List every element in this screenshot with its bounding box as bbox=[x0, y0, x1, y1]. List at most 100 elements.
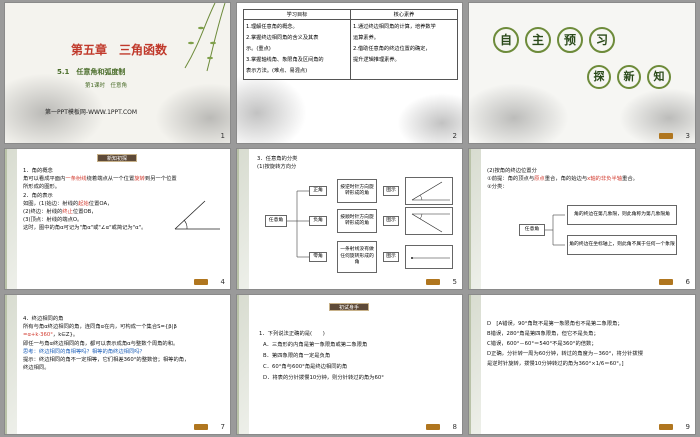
slide-title: 第五章 三角函数 bbox=[71, 43, 168, 57]
slide-number: 2 bbox=[452, 132, 457, 140]
text-line: (2)按角的终边位置分 bbox=[487, 168, 537, 174]
text-line: 1．角的概念 bbox=[23, 168, 53, 174]
option-d: D．将表的分针拨慢10分钟，则分针转过的角为60° bbox=[263, 375, 384, 382]
nav-button[interactable] bbox=[194, 424, 208, 430]
table-header: 学习目标 bbox=[243, 9, 351, 20]
angle-diagram bbox=[174, 200, 220, 230]
nav-button[interactable] bbox=[659, 133, 673, 139]
slide-number: 6 bbox=[685, 278, 690, 286]
subheading-row: 探 新 知 bbox=[587, 65, 671, 89]
slide-thumbnail-8[interactable]: 初试身手 1．下列说法正确的是( ) A．三角形的内角是第一象限角或第二象限角 … bbox=[236, 294, 463, 435]
tree-connectors bbox=[545, 214, 565, 246]
slide-number: 4 bbox=[220, 278, 225, 286]
text-line: ②分类： bbox=[487, 184, 508, 191]
figure-label: 图示 bbox=[383, 252, 399, 262]
goal-line: 示。(重点) bbox=[246, 45, 271, 52]
slide-number: 9 bbox=[685, 423, 690, 431]
option-c: C．60°角与600°角是终边相同的角 bbox=[263, 364, 348, 371]
question-text: 1．下列说法正确的是( ) bbox=[259, 331, 325, 337]
landscape-side-image bbox=[469, 149, 481, 289]
slide-body: (2)按角的终边位置分 ①前提：角的顶点与原点重合，角的始边与x轴的非负半轴重合… bbox=[487, 167, 693, 192]
heading-char: 主 bbox=[525, 27, 551, 53]
table-cell: 1.通过终边相同角的计算，培养数学 运算素养。 2.借助任意角的终边位置的确定，… bbox=[350, 19, 458, 80]
nav-button[interactable] bbox=[426, 279, 440, 285]
slide-thumbnail-9[interactable]: D [A错误，90°角既不是第一象限角也不是第二象限角； B错误，280°角是第… bbox=[468, 294, 696, 435]
answer-line: B错误，280°角是第四象限角，但它不是负角； bbox=[487, 331, 599, 338]
slide-number: 8 bbox=[452, 423, 457, 431]
landscape-side-image bbox=[237, 149, 249, 289]
slide-number: 1 bbox=[220, 132, 225, 140]
table-cell: 1.理解任意角的概念。 2.掌握终边相同角的含义及其表 示。(重点) 3.掌握轴… bbox=[243, 19, 351, 80]
nav-button[interactable] bbox=[659, 424, 673, 430]
core-line: 2.借助任意角的终边位置的确定， bbox=[353, 45, 431, 52]
section-badge: 初试身手 bbox=[329, 303, 369, 311]
landscape-side-image bbox=[469, 295, 481, 434]
slide-body: 1．下列说法正确的是( ) A．三角形的内角是第一象限角或第二象限角 B．第四象… bbox=[259, 329, 459, 385]
zero-angle-figure bbox=[405, 245, 453, 269]
angle-type-box: 正角 bbox=[309, 186, 327, 196]
objectives-table: 学习目标 核心素养 1.理解任意角的概念。 2.掌握终边相同角的含义及其表 示。… bbox=[243, 9, 458, 80]
core-line: 运算素养。 bbox=[353, 34, 379, 41]
slide-thumbnail-2[interactable]: 学习目标 核心素养 1.理解任意角的概念。 2.掌握终边相同角的含义及其表 示。… bbox=[236, 2, 463, 144]
slide-thumbnail-5[interactable]: 3．任意角的分类 (1)按旋转方向分 任意角 正角 负角 零角 按逆时针方向旋转… bbox=[236, 148, 463, 290]
classification-root: 任意角 bbox=[519, 224, 545, 236]
core-line: 提升逻辑推理素养。 bbox=[353, 56, 400, 63]
landscape-side-image bbox=[237, 295, 249, 434]
slide-number: 5 bbox=[452, 278, 457, 286]
angle-type-box: 零角 bbox=[309, 252, 327, 262]
negative-angle-figure bbox=[405, 207, 453, 235]
nav-button[interactable] bbox=[426, 424, 440, 430]
slide-thumbnail-6[interactable]: (2)按角的终边位置分 ①前提：角的顶点与原点重合，角的始边与x轴的非负半轴重合… bbox=[468, 148, 696, 290]
slide-thumbnail-3[interactable]: 自 主 预 习 探 新 知 3 bbox=[468, 2, 696, 144]
goal-line: 1.理解任意角的概念。 bbox=[246, 24, 298, 30]
section-title: 5.1 任意角和弧度制 bbox=[57, 68, 126, 76]
section-badge: 新知初探 bbox=[97, 154, 137, 162]
option-b: B．第四象限的角一定是负角 bbox=[263, 353, 331, 360]
angle-type-box: 负角 bbox=[309, 216, 327, 226]
text-line: 提示：终边相同的角不一定相等，它们相差360°的整数倍；相等的角， bbox=[23, 357, 190, 364]
angle-desc-box: 按顺时针方向旋转形成的角 bbox=[337, 209, 377, 233]
slide-body: 4．终边相同的角 所有与角α终边相同的角，连同角α在内，可构成一个集合S={β|… bbox=[23, 315, 229, 372]
text-line: 所形成的图形。 bbox=[23, 184, 61, 191]
text-line: ①前提：角的顶点与原点重合，角的始边与x轴的非负半轴重合。 bbox=[487, 176, 638, 183]
text-line: (1)按旋转方向分 bbox=[257, 164, 297, 171]
slide-thumbnail-7[interactable]: 4．终边相同的角 所有与角α终边相同的角，连同角α在内，可构成一个集合S={β|… bbox=[4, 294, 231, 435]
text-line: 3．任意角的分类 bbox=[257, 156, 298, 162]
subheading-char: 探 bbox=[587, 65, 611, 89]
subheading-char: 知 bbox=[647, 65, 671, 89]
core-line: 1.通过终边相同角的计算，培养数学 bbox=[353, 24, 436, 30]
text-line: 即任一与角α终边相同的角，都可以表示成角α与整数个周角的和。 bbox=[23, 340, 179, 347]
answer-line: D正确，分针转一周为60分钟，转过的角度为－360°，将分针拨慢 bbox=[487, 351, 644, 358]
nav-button[interactable] bbox=[659, 279, 673, 285]
figure-label: 图示 bbox=[383, 216, 399, 226]
text-line: =α+k·360°，k∈Z}。 bbox=[23, 332, 79, 339]
ink-wash-decoration bbox=[469, 83, 569, 143]
slide-thumbnail-4[interactable]: 新知初探 1．角的概念 角可以看成平面内一条射线绕着端点从一个位置旋转到另一个位… bbox=[4, 148, 231, 290]
category-box: 角的终边在第几象限，则此角称为第几象限角 bbox=[567, 205, 677, 225]
option-a: A．三角形的内角是第一象限角或第二象限角 bbox=[263, 342, 368, 349]
table-header: 核心素养 bbox=[350, 9, 458, 20]
goal-line: 3.掌握轴线角、象限角及区间角的 bbox=[246, 56, 324, 63]
watermark-text: 第一PPT模板网-WWW.1PPT.COM bbox=[45, 109, 138, 116]
goal-line: 表示方法。(难点、易混点) bbox=[246, 67, 308, 74]
nav-button[interactable] bbox=[194, 279, 208, 285]
text-line: 所有与角α终边相同的角，连同角α在内，可构成一个集合S={β|β bbox=[23, 324, 177, 331]
answer-line: C错误，600°－60°＝540°不是360°的倍数； bbox=[487, 341, 597, 348]
heading-char: 习 bbox=[589, 27, 615, 53]
heading-char: 预 bbox=[557, 27, 583, 53]
text-line: 终边相同。 bbox=[23, 365, 50, 372]
figure-label: 图示 bbox=[383, 186, 399, 196]
text-line: 角可以看成平面内一条射线绕着端点从一个位置旋转到另一个位置 bbox=[23, 176, 177, 183]
slide-body: D [A错误，90°角既不是第一象限角也不是第二象限角； B错误，280°角是第… bbox=[487, 319, 693, 369]
landscape-side-image bbox=[5, 149, 17, 289]
answer-line: 是逆时针旋转，拨慢10分钟转过的角为360°×1/6＝60°。] bbox=[487, 361, 624, 368]
subheading-char: 新 bbox=[617, 65, 641, 89]
slide-number: 3 bbox=[685, 132, 690, 140]
heading-row: 自 主 预 习 bbox=[493, 27, 615, 53]
goal-line: 2.掌握终边相同角的含义及其表 bbox=[246, 34, 319, 41]
ink-wash-decoration bbox=[619, 88, 695, 143]
angle-desc-box: 一条射线没有做任何旋转形成的角 bbox=[337, 241, 377, 273]
slide-thumbnail-1[interactable]: 第五章 三角函数 5.1 任意角和弧度制 第1课时 任意角 第一PPT模板网-W… bbox=[4, 2, 231, 144]
text-line: 4．终边相同的角 bbox=[23, 316, 64, 322]
lesson-title: 第1课时 任意角 bbox=[85, 83, 127, 89]
